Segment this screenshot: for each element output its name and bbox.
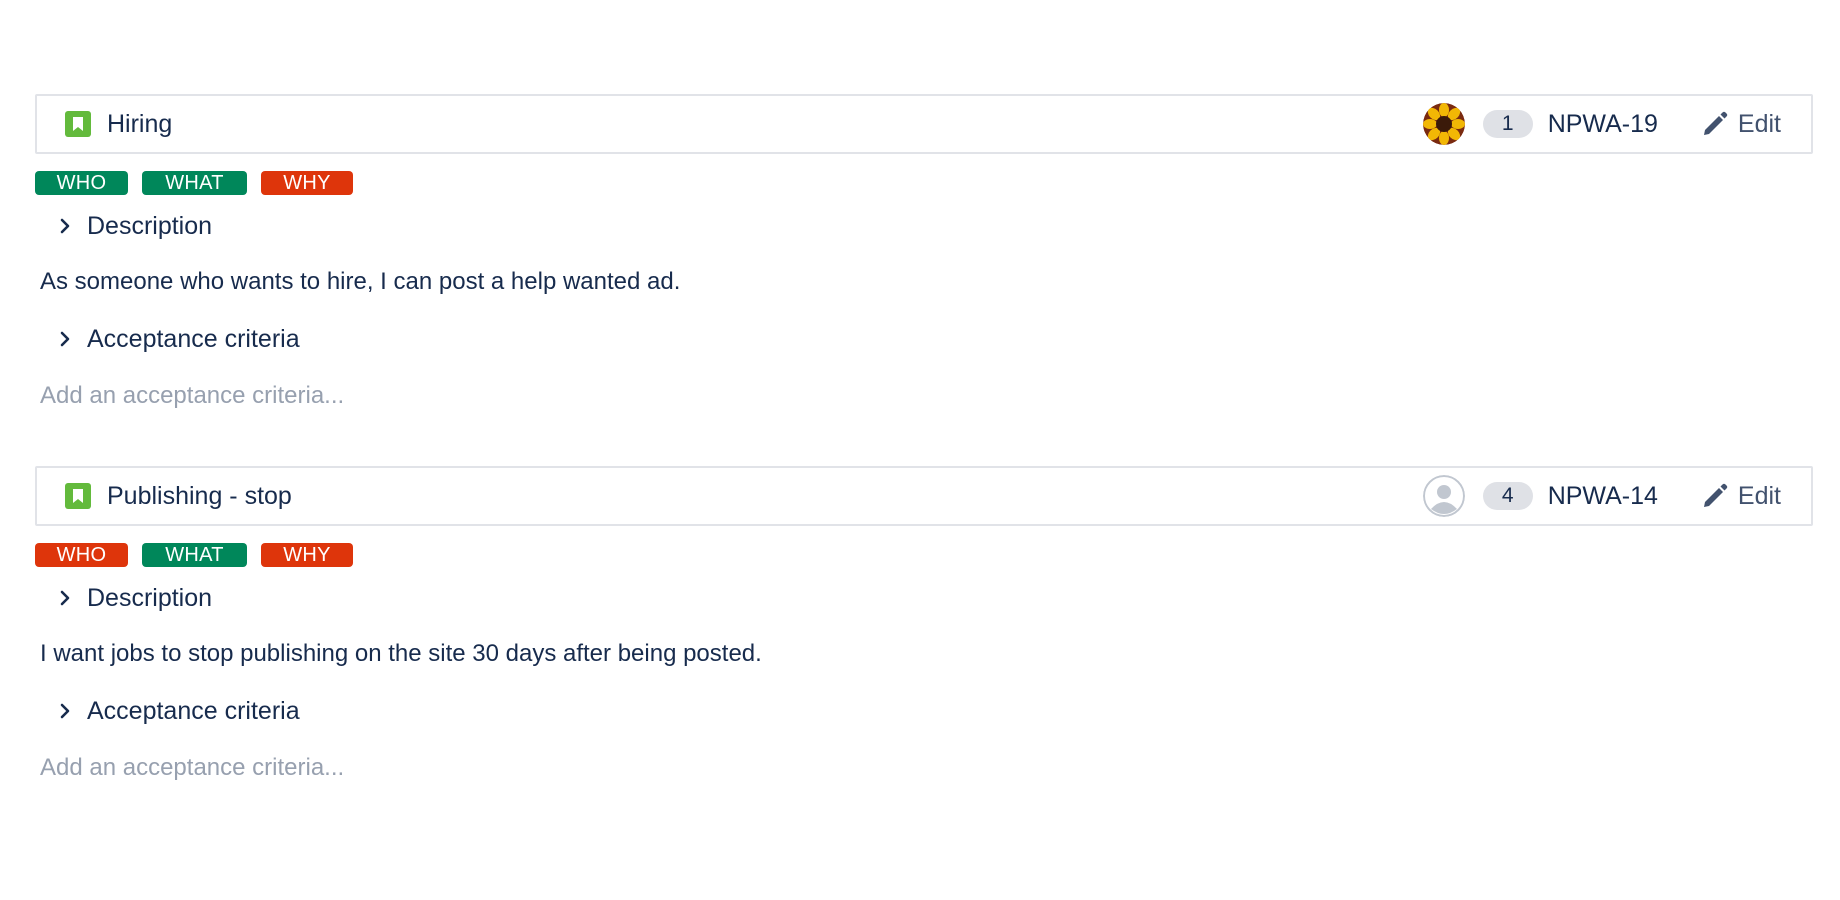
chevron-right-icon — [55, 216, 75, 236]
chevron-right-icon — [55, 701, 75, 721]
story-title[interactable]: Publishing - stop — [107, 482, 1423, 511]
description-toggle[interactable]: Description — [55, 583, 1813, 613]
acceptance-criteria-toggle[interactable]: Acceptance criteria — [55, 696, 1813, 726]
pencil-icon — [1700, 109, 1730, 139]
description-label: Description — [87, 211, 213, 240]
why-lozenge: WHY — [261, 171, 353, 195]
story-type-icon — [65, 483, 91, 509]
edit-button[interactable]: Edit — [1700, 481, 1781, 511]
comment-count-badge: 4 — [1482, 482, 1533, 510]
what-lozenge: WHAT — [142, 171, 247, 195]
add-acceptance-criteria-input[interactable] — [40, 752, 640, 784]
who-lozenge: WHO — [35, 171, 128, 195]
issue-key-link[interactable]: NPWA-14 — [1548, 482, 1658, 511]
acceptance-criteria-label: Acceptance criteria — [87, 696, 300, 725]
comment-count-badge: 1 — [1482, 110, 1533, 138]
default-user-avatar-icon[interactable] — [1422, 475, 1465, 517]
story-header: Publishing - stop 4 NPWA-14 Edit — [35, 466, 1813, 526]
description-label: Description — [87, 583, 213, 612]
why-lozenge: WHY — [261, 543, 353, 567]
edit-label: Edit — [1737, 109, 1781, 138]
chevron-right-icon — [55, 329, 75, 349]
story-meta: 4 NPWA-14 Edit — [1422, 475, 1781, 517]
chevron-right-icon — [55, 588, 75, 608]
story-title[interactable]: Hiring — [107, 110, 1423, 139]
what-lozenge: WHAT — [142, 543, 247, 567]
story-description: I want jobs to stop publishing on the si… — [40, 640, 762, 667]
story-header: Hiring 1 NPWA-19 Edit — [35, 94, 1813, 154]
edit-label: Edit — [1737, 481, 1781, 510]
story-description: As someone who wants to hire, I can post… — [40, 268, 681, 295]
story-list: Hiring 1 NPWA-19 Edit WHO WHAT WHY Descr… — [35, 94, 1813, 838]
story-type-icon — [65, 111, 91, 137]
add-acceptance-criteria-input[interactable] — [40, 380, 640, 412]
description-toggle[interactable]: Description — [55, 211, 1813, 241]
edit-button[interactable]: Edit — [1700, 109, 1781, 139]
acceptance-criteria-label: Acceptance criteria — [87, 324, 300, 353]
acceptance-criteria-toggle[interactable]: Acceptance criteria — [55, 324, 1813, 354]
story-card: Hiring 1 NPWA-19 Edit WHO WHAT WHY Descr… — [35, 94, 1813, 412]
lozenge-group: WHO WHAT WHY — [35, 543, 1813, 567]
lozenge-group: WHO WHAT WHY — [35, 171, 1813, 195]
pencil-icon — [1700, 481, 1730, 511]
issue-key-link[interactable]: NPWA-19 — [1548, 110, 1658, 139]
who-lozenge: WHO — [35, 543, 128, 567]
sunflower-avatar-icon[interactable] — [1422, 103, 1465, 145]
story-card: Publishing - stop 4 NPWA-14 Edit WHO WHA… — [35, 466, 1813, 784]
story-meta: 1 NPWA-19 Edit — [1422, 103, 1781, 145]
